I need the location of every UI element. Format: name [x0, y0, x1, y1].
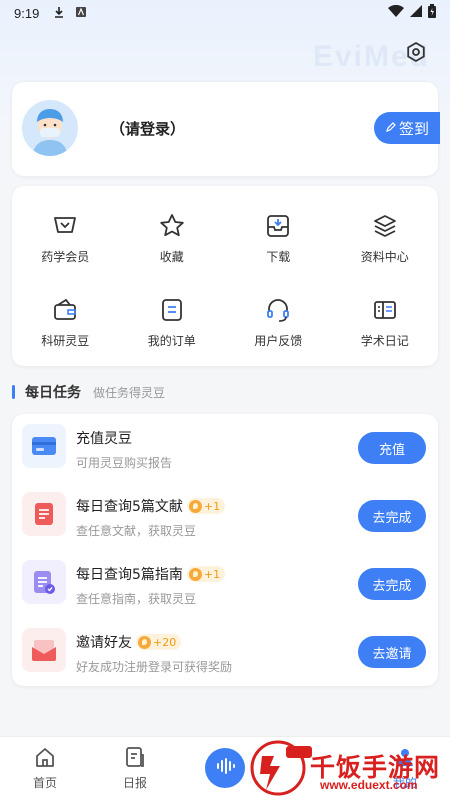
task-invite-friends: 邀请好友 +20 好友成功注册登录可获得奖励 去邀请 — [12, 618, 438, 686]
task-title-text: 每日查询5篇文献 — [76, 499, 183, 515]
complete-literature-button[interactable]: 去完成 — [358, 500, 426, 532]
task-title: 每日查询5篇文献 +1 — [76, 496, 226, 516]
task-title: 每日查询5篇指南 +1 — [76, 564, 226, 584]
menu-item-favorites[interactable]: 收藏 — [119, 196, 226, 280]
complete-guideline-button[interactable]: 去完成 — [358, 568, 426, 600]
task-desc: 查任意指南，获取灵豆 — [76, 592, 197, 606]
task-desc: 好友成功注册登录可获得奖励 — [76, 660, 233, 674]
download-status-icon — [53, 6, 65, 21]
guideline-doc-icon — [22, 560, 66, 604]
vip-icon — [51, 212, 79, 240]
menu-label: 资料中心 — [360, 249, 409, 264]
menu-item-feedback[interactable]: 用户反馈 — [225, 280, 332, 364]
bean-coin-icon — [138, 635, 151, 649]
reward-amount: +20 — [153, 635, 177, 649]
menu-item-vip[interactable]: 药学会员 — [12, 196, 119, 280]
status-bar: 9:19 — [0, 0, 450, 26]
headset-icon — [264, 296, 292, 324]
feature-grid: 药学会员 收藏 下载 资料中心 科研灵豆 我的订单 用户反馈 学术日记 — [12, 186, 438, 366]
layers-icon — [371, 212, 399, 240]
section-title: 每日任务 — [25, 385, 81, 401]
nav-label: 首页 — [32, 776, 57, 790]
task-query-literature: 每日查询5篇文献 +1 查任意文献，获取灵豆 去完成 — [12, 482, 438, 550]
nav-home[interactable]: 首页 — [0, 737, 90, 800]
checkin-button[interactable]: 签到 — [374, 112, 440, 144]
nav-daily-report[interactable]: 日报 — [90, 737, 180, 800]
report-icon — [124, 746, 146, 772]
task-desc: 可用灵豆购买报告 — [76, 456, 173, 470]
voice-button[interactable] — [205, 747, 245, 788]
section-subtitle: 做任务得灵豆 — [93, 385, 166, 400]
menu-label: 我的订单 — [147, 333, 196, 348]
login-prompt[interactable]: （请登录） — [110, 118, 185, 139]
voice-icon — [214, 755, 236, 781]
checkin-label: 签到 — [398, 119, 429, 138]
feature-menu-card: 药学会员 收藏 下载 资料中心 科研灵豆 我的订单 用户反馈 学术日记 — [12, 186, 438, 366]
bean-coin-icon — [188, 499, 202, 513]
menu-item-orders[interactable]: 我的订单 — [119, 280, 226, 364]
reward-amount: +1 — [203, 567, 221, 581]
daily-tasks-card: 充值灵豆 可用灵豆购买报告 充值 每日查询5篇文献 +1 查任意文献，获取灵豆 … — [12, 414, 438, 686]
menu-item-academic-diary[interactable]: 学术日记 — [332, 280, 439, 364]
bean-coin-icon — [188, 567, 202, 581]
overlay-watermark-url: www.eduext.com — [320, 778, 418, 792]
menu-label: 收藏 — [159, 249, 184, 264]
section-accent-bar — [12, 385, 15, 399]
menu-item-downloads[interactable]: 下载 — [225, 196, 332, 280]
menu-label: 科研灵豆 — [41, 333, 90, 348]
reward-amount: +1 — [203, 499, 221, 513]
menu-label: 学术日记 — [360, 333, 409, 348]
task-title-text: 邀请好友 — [76, 635, 132, 651]
order-icon — [158, 296, 186, 324]
reward-badge: +20 — [136, 634, 182, 650]
envelope-icon — [22, 628, 66, 672]
hexagon-settings-icon — [405, 41, 427, 67]
avatar[interactable] — [22, 100, 78, 156]
profile-card: （请登录） 签到 — [12, 82, 440, 176]
menu-label: 下载 — [266, 249, 291, 264]
app-notification-icon — [75, 6, 87, 21]
task-query-guideline: 每日查询5篇指南 +1 查任意指南，获取灵豆 去完成 — [12, 550, 438, 618]
menu-item-resource-center[interactable]: 资料中心 — [332, 196, 439, 280]
download-icon — [264, 212, 292, 240]
invite-button[interactable]: 去邀请 — [358, 636, 426, 668]
task-title-text: 充值灵豆 — [76, 431, 132, 447]
diary-icon — [371, 296, 399, 324]
reward-badge: +1 — [186, 566, 226, 582]
menu-label: 用户反馈 — [254, 333, 303, 348]
task-title-text: 每日查询5篇指南 — [76, 567, 183, 583]
daily-tasks-header: 每日任务 做任务得灵豆 — [12, 382, 165, 402]
menu-item-research-beans[interactable]: 科研灵豆 — [12, 280, 119, 364]
cellular-icon — [410, 5, 422, 21]
task-desc: 查任意文献，获取灵豆 — [76, 524, 197, 538]
task-title: 充值灵豆 — [76, 428, 132, 448]
settings-button[interactable] — [404, 41, 428, 67]
reward-badge: +1 — [186, 498, 226, 514]
card-icon — [22, 424, 66, 468]
status-time: 9:19 — [14, 5, 40, 21]
task-title: 邀请好友 +20 — [76, 632, 182, 652]
task-recharge: 充值灵豆 可用灵豆购买报告 充值 — [12, 414, 438, 482]
menu-label: 药学会员 — [41, 249, 90, 264]
document-red-icon — [22, 492, 66, 536]
nav-label: 日报 — [122, 776, 147, 790]
star-icon — [158, 212, 186, 240]
battery-icon — [428, 4, 436, 22]
home-icon — [34, 746, 56, 772]
recharge-button[interactable]: 充值 — [358, 432, 426, 464]
pen-icon — [385, 119, 397, 137]
wifi-icon — [388, 4, 404, 21]
wallet-icon — [51, 296, 79, 324]
